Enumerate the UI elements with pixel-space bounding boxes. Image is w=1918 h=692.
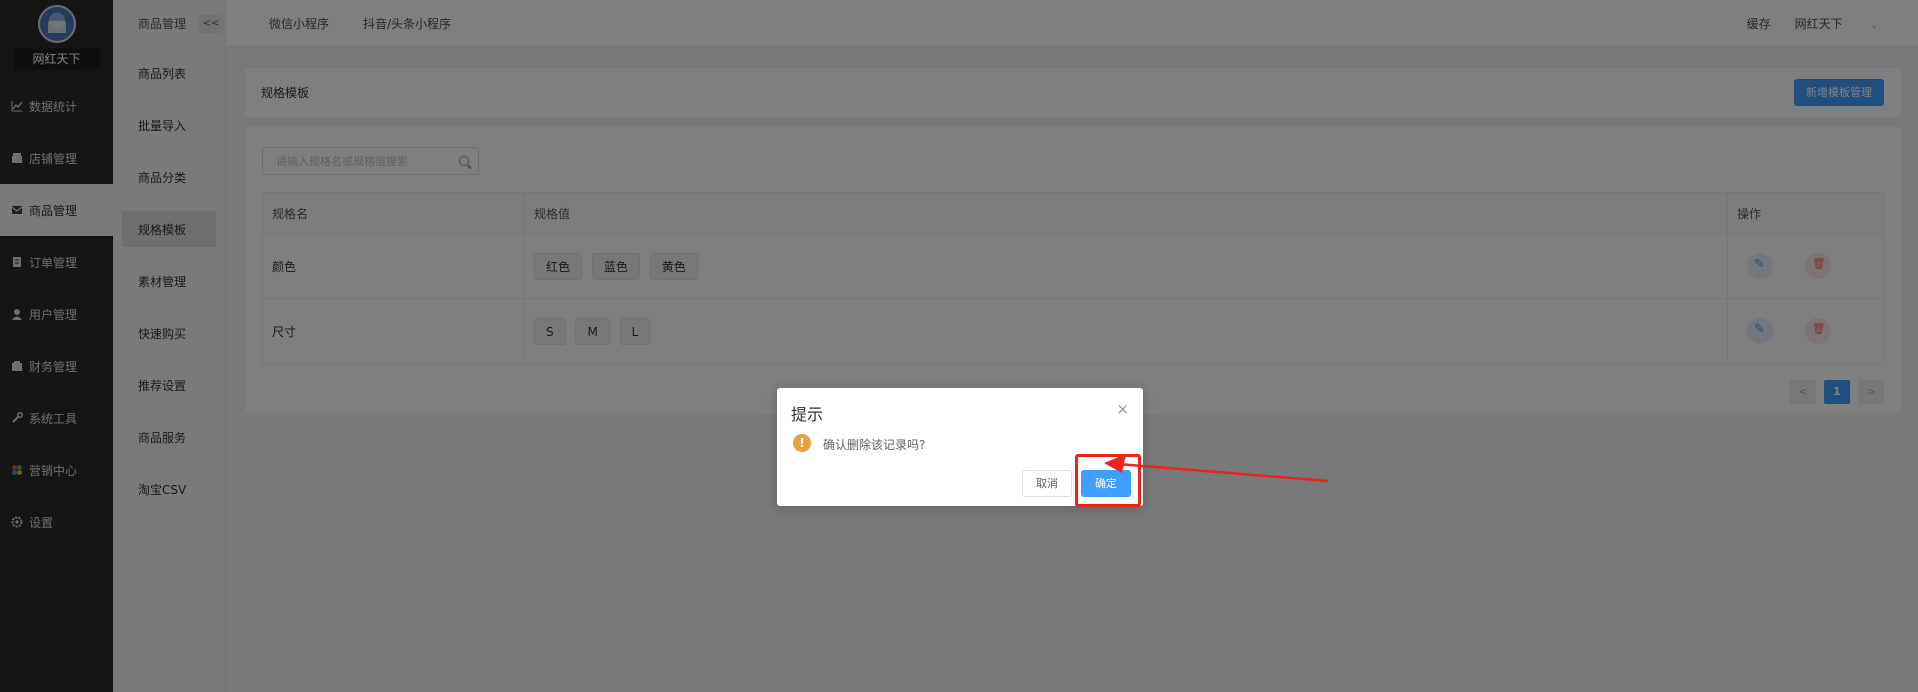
dialog-title: 提示 (791, 405, 824, 424)
dialog-message: 确认删除该记录吗? (823, 438, 926, 452)
annotation-arrow-icon (1104, 454, 1329, 483)
cancel-button[interactable]: 取消 (1022, 470, 1072, 497)
modal-overlay[interactable] (0, 0, 1918, 692)
warning-icon: ! (793, 434, 811, 452)
close-icon[interactable]: × (1116, 400, 1129, 418)
